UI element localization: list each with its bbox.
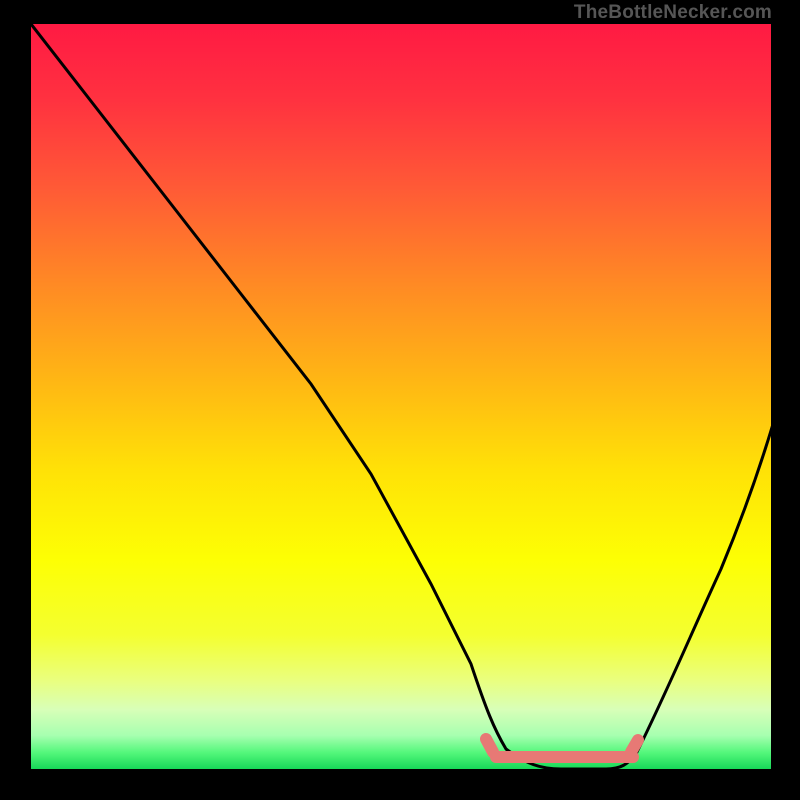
- gradient-chart: [31, 24, 771, 769]
- chart-svg: [31, 24, 771, 769]
- gradient-background: [31, 24, 771, 769]
- watermark-text: TheBottleNecker.com: [574, 2, 772, 24]
